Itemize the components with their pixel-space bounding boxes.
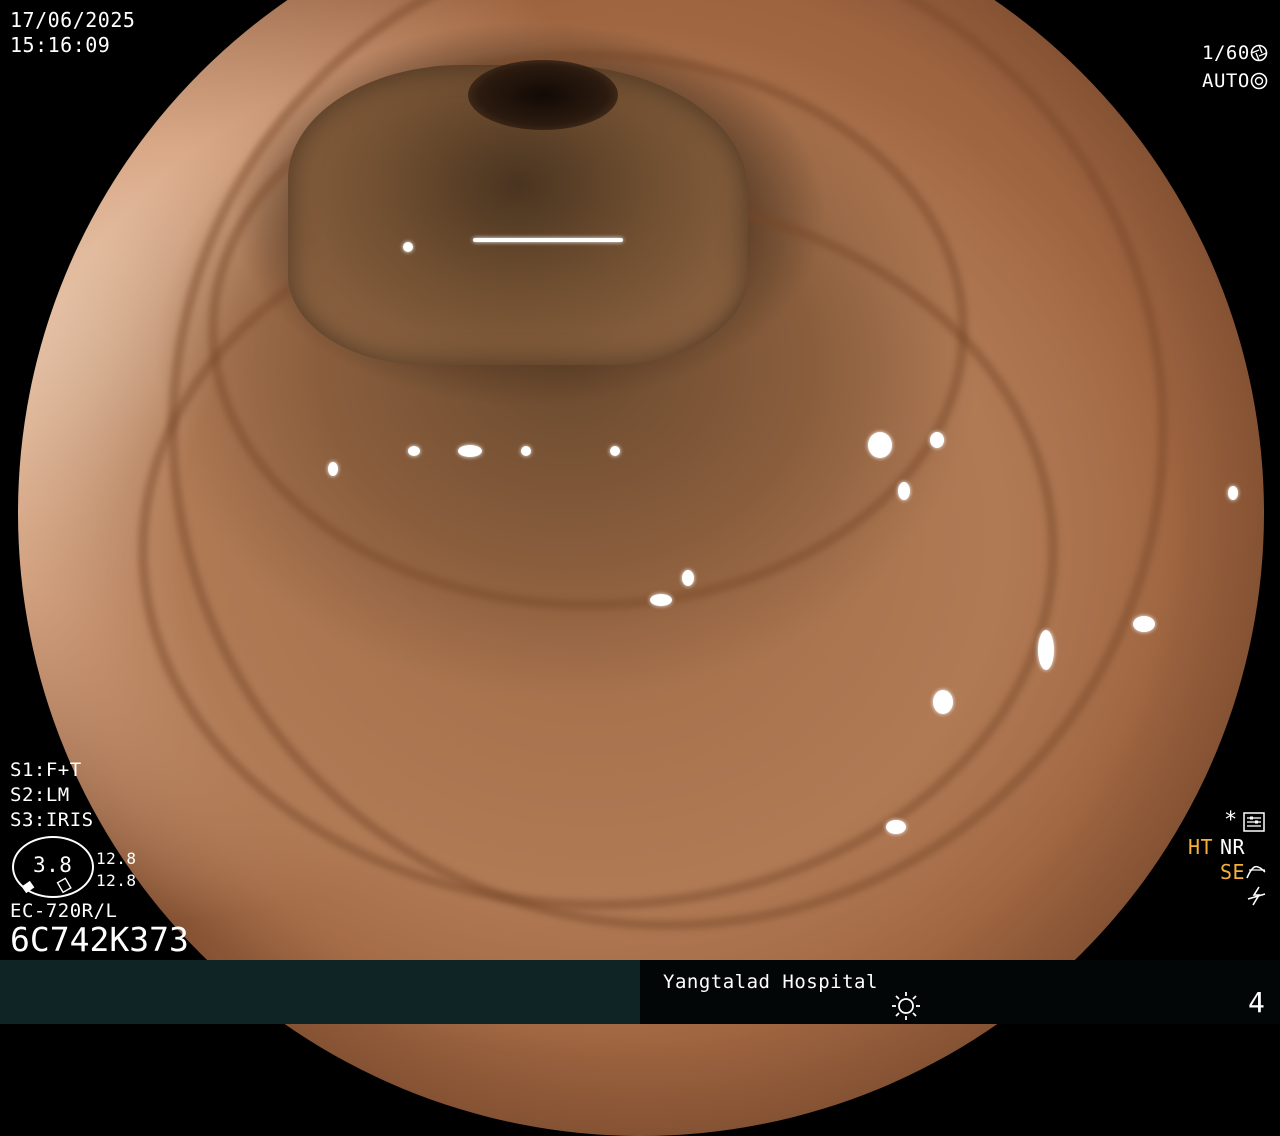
- zoom-b-text: 12.8: [96, 871, 137, 890]
- shutter-icon: [1250, 44, 1268, 62]
- reflection: [930, 432, 944, 448]
- setting-s2: S2:LM: [10, 784, 70, 806]
- auto-iris-icon: [1250, 72, 1268, 90]
- reflection: [403, 242, 413, 252]
- date-text: 17/06/2025: [10, 8, 136, 32]
- scope-model-text: EC-720R/L: [10, 900, 118, 922]
- reflection: [682, 570, 694, 586]
- reflection: [458, 445, 482, 457]
- reflection: [898, 482, 910, 500]
- reflection: [1228, 486, 1238, 500]
- nr-indicator: NR: [1220, 835, 1246, 859]
- se-indicator: SE: [1220, 860, 1246, 884]
- reflection: [408, 446, 420, 456]
- se-curve-icon: [1246, 865, 1266, 879]
- bottom-bar-left: [0, 960, 640, 1024]
- shutter-speed-text: 1/60: [1202, 42, 1250, 64]
- reflection: [521, 446, 531, 456]
- flash-off-icon: [1247, 886, 1266, 906]
- reflection: [473, 238, 623, 242]
- reflection: [886, 820, 906, 834]
- reflection: [650, 594, 672, 606]
- serial-number-text: 6C742K373: [10, 920, 189, 959]
- time-text: 15:16:09: [10, 33, 111, 57]
- setting-s1: S1:F+T: [10, 759, 82, 781]
- zoom-a-text: 12.8: [96, 849, 137, 868]
- reflection: [933, 690, 953, 714]
- image-number: 4: [1248, 986, 1266, 1019]
- reflection: [868, 432, 892, 458]
- reflection: [1133, 616, 1155, 632]
- zoom-value: 3.8: [33, 853, 73, 877]
- ht-indicator: HT: [1188, 835, 1214, 859]
- scope-tip-icon: [21, 877, 72, 894]
- lumen-depth: [468, 60, 618, 130]
- reflection: [1038, 630, 1054, 670]
- settings-icon: [1243, 812, 1265, 832]
- light-icon: [892, 992, 920, 1020]
- setting-s3: S3:IRIS: [10, 809, 94, 831]
- star-indicator: *: [1224, 808, 1238, 833]
- hospital-name: Yangtalad Hospital: [663, 971, 878, 993]
- iris-mode-text: AUTO: [1202, 70, 1250, 92]
- reflection: [328, 462, 338, 476]
- reflection: [610, 446, 620, 456]
